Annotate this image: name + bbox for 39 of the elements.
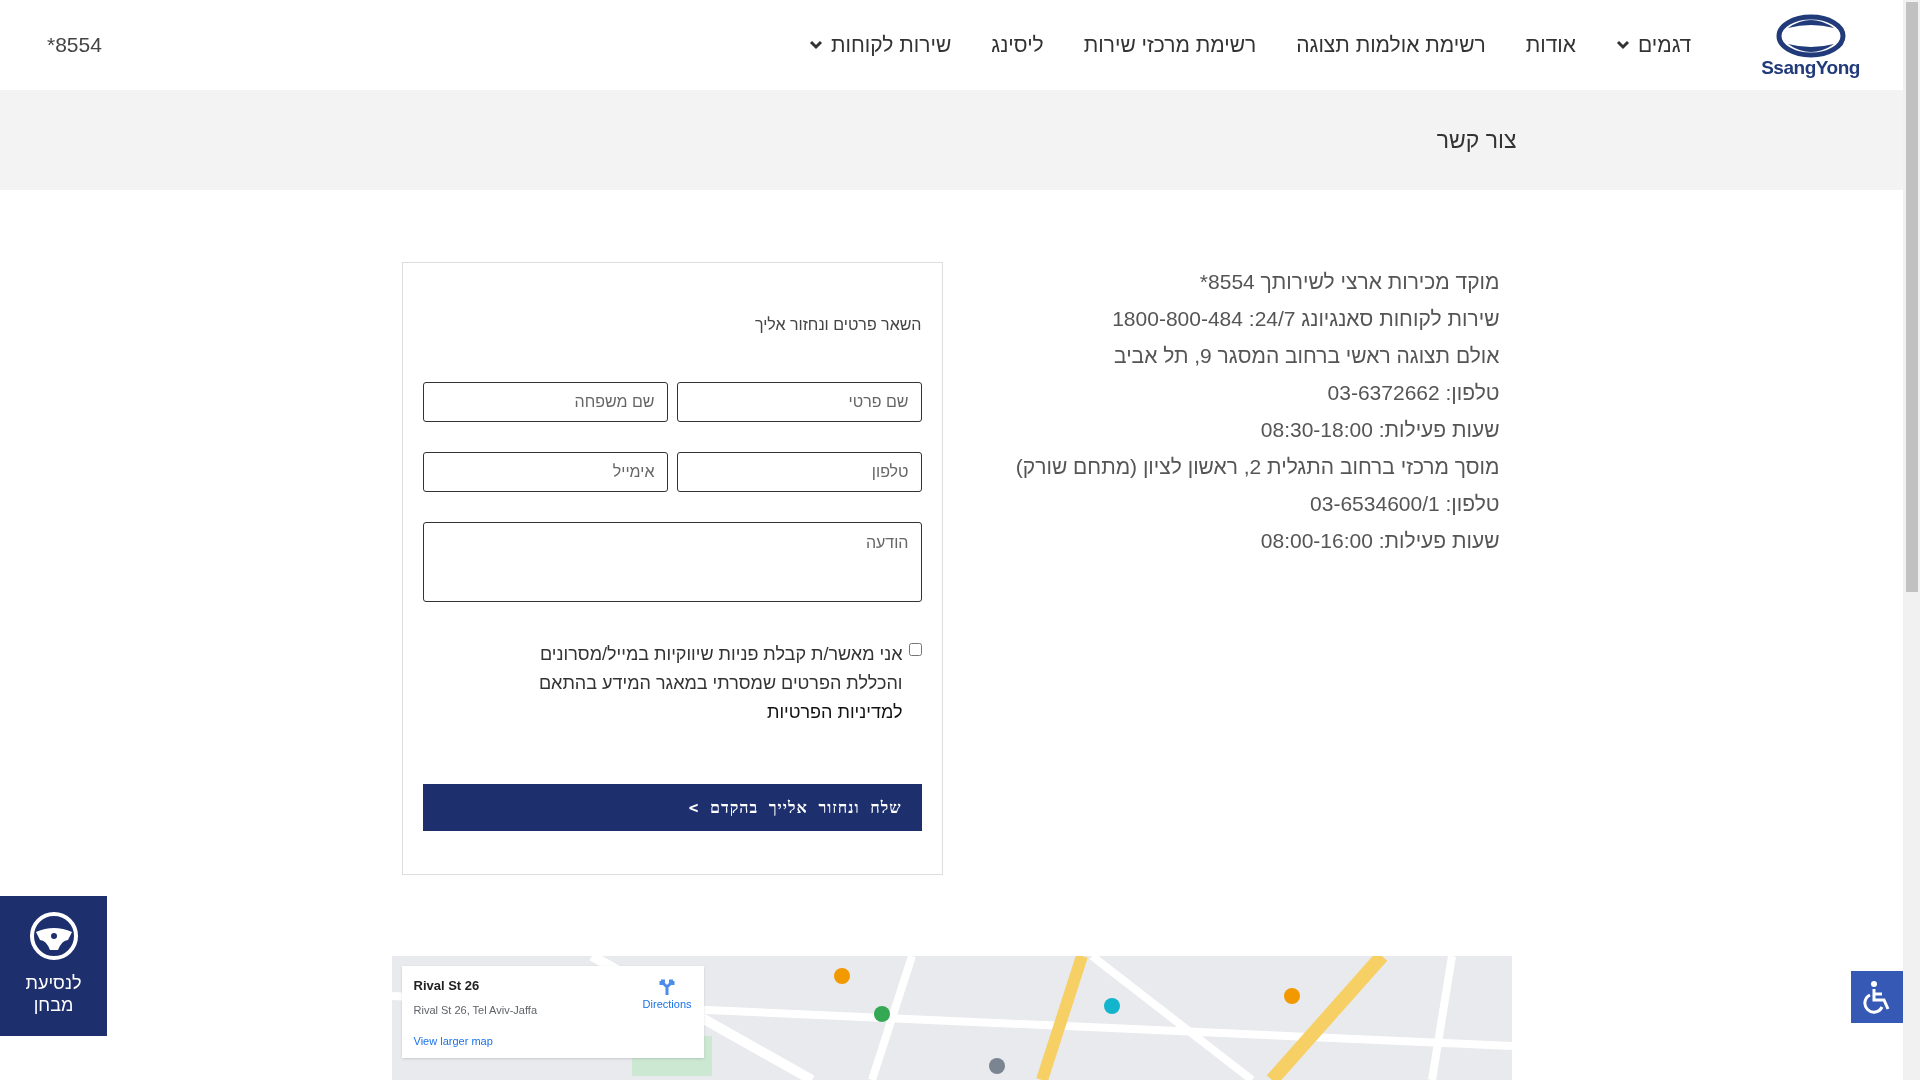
consent-text: אני מאשר/ת קבלת פניות שיווקיות במייל/מסרונים והכללת הפרטים שמסרתי במאגר המידע בהתאם למדיניות הפרטיות bbox=[537, 643, 903, 724]
nav-link[interactable]: רשימת אולמות תצוגה bbox=[1296, 29, 1486, 61]
consent-checkbox[interactable] bbox=[908, 643, 922, 656]
nav-link[interactable]: ליסינג bbox=[991, 29, 1044, 61]
place-address: Rival St 26, Tel Aviv-Jaffa bbox=[413, 1002, 537, 1018]
nav-link[interactable]: רשימת מרכזי שירות bbox=[1083, 29, 1257, 61]
input-field[interactable]: אימייל bbox=[422, 452, 668, 492]
logo-text: SsangYong bbox=[1761, 57, 1860, 77]
contact-info-line: שעות פעילות: 08:00-16:00 bbox=[1259, 528, 1500, 554]
privacy-policy-link[interactable]: למדיניות הפרטיות bbox=[766, 702, 903, 722]
logo-icon bbox=[1775, 13, 1846, 58]
message-field[interactable]: הודעה bbox=[422, 522, 922, 602]
chevron-down-icon bbox=[808, 40, 823, 50]
form-intro: השאר פרטים ונחזור אליך bbox=[753, 315, 922, 335]
steering-wheel-icon bbox=[27, 910, 80, 962]
input-field[interactable]: שם פרטי bbox=[676, 382, 922, 422]
submit-button[interactable]: שלח ונחזור אלייך בהקדם > bbox=[422, 784, 922, 831]
contact-info-line: טלפון: 03-6534600/1 bbox=[1309, 491, 1500, 517]
map[interactable]: Rival St 26 Rival St 26, Tel Aviv-Jaffa View larger map Directions bbox=[391, 956, 1512, 1080]
place-title: Rival St 26 bbox=[413, 977, 481, 995]
contact-info-line: שירות לקוחות סאנגיונג 24/7: 1800-800-484 bbox=[1111, 306, 1500, 332]
phone-number: *8554 bbox=[47, 32, 102, 59]
input-field[interactable]: שם משפחה bbox=[422, 382, 668, 422]
nav-link[interactable]: אודות bbox=[1525, 29, 1576, 61]
view-larger-map-link[interactable]: View larger map bbox=[413, 1033, 537, 1050]
test-drive-button[interactable]: לנסיעת מבחן bbox=[0, 896, 107, 1036]
nav-link[interactable]: דגמים bbox=[1616, 29, 1692, 61]
chevron-down-icon bbox=[1616, 40, 1630, 50]
nav-link[interactable]: שירות לקוחות bbox=[808, 29, 952, 61]
accessibility-button[interactable] bbox=[1851, 971, 1903, 1023]
contact-info-line: מוקד מכירות ארצי לשירותך 8554* bbox=[1198, 269, 1500, 295]
directions-icon bbox=[658, 978, 677, 996]
contact-info-line: טלפון: 03-6372662 bbox=[1326, 380, 1500, 406]
directions-link[interactable]: Directions bbox=[642, 976, 692, 1048]
page-title: צור קשר bbox=[1435, 125, 1517, 155]
input-field[interactable]: טלפון bbox=[676, 452, 922, 492]
contact-info-line: שעות פעילות: 08:30-18:00 bbox=[1259, 417, 1500, 443]
contact-info-line: מוסך מרכזי ברחוב התגלית 2, ראשון לציון (מתחם שורק) bbox=[1015, 454, 1500, 480]
contact-info-line: אולם תצוגה ראשי ברחוב המסגר 9, תל אביב bbox=[1113, 343, 1500, 369]
